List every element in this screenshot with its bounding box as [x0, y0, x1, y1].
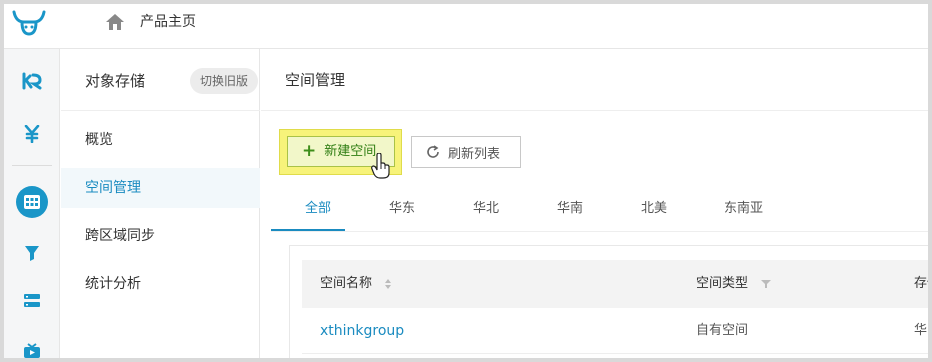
ke-logo-icon [22, 72, 42, 90]
rail-item-billing[interactable] [4, 114, 60, 154]
column-header-type[interactable]: 空间类型 [696, 260, 772, 308]
refresh-list-label: 刷新列表 [448, 146, 501, 162]
sort-icon[interactable] [384, 278, 392, 290]
tabs-divider [271, 231, 928, 232]
plus-icon: + [302, 141, 317, 161]
storage-grid-icon [24, 195, 40, 209]
top-bar: 产品主页 [4, 4, 928, 49]
rail-divider [12, 165, 52, 166]
tab-east-china[interactable]: 华东 [389, 199, 415, 231]
table-row: xthinkgroup 自有空间 华东 [302, 308, 928, 354]
rail-active-indicator [16, 186, 48, 218]
secondary-menu: 对象存储 切换旧版 概览 空间管理 跨区域同步 统计分析 [61, 49, 260, 358]
tab-north-america[interactable]: 北美 [641, 199, 667, 231]
funnel-icon [25, 246, 39, 261]
refresh-icon [427, 145, 439, 158]
home-icon[interactable] [105, 13, 125, 31]
bucket-region-cell: 华东 [914, 323, 928, 338]
submenu-header: 对象存储 切换旧版 [61, 49, 260, 111]
icon-rail [4, 49, 60, 358]
switch-legacy-button[interactable]: 切换旧版 [190, 68, 259, 94]
main-header: 空间管理 [261, 49, 928, 111]
main-content: 空间管理 + 新建空间 刷新列表 全部 华东 华北 华南 北美 东南亚 空间名称… [261, 49, 928, 358]
home-title[interactable]: 产品主页 [140, 12, 196, 32]
server-list-icon [24, 294, 40, 307]
submenu-item-cross-region-sync[interactable]: 跨区域同步 [61, 216, 260, 256]
refresh-list-button[interactable]: 刷新列表 [411, 136, 521, 168]
tab-all[interactable]: 全部 [305, 199, 331, 231]
bucket-table: 空间名称 空间类型 存储 xthinkgroup 自有空间 华东 [289, 245, 928, 358]
rail-item-media[interactable] [4, 331, 60, 358]
rail-item-storage[interactable] [4, 182, 60, 222]
bull-logo-icon[interactable] [10, 8, 48, 38]
submenu-item-overview[interactable]: 概览 [61, 120, 260, 160]
tab-north-china[interactable]: 华北 [473, 199, 499, 231]
rail-item-cdn[interactable] [4, 233, 60, 273]
create-bucket-label: 新建空间 [324, 144, 377, 159]
bucket-type-cell: 自有空间 [696, 323, 749, 338]
bucket-name-link[interactable]: xthinkgroup [320, 308, 404, 354]
submenu-title: 对象存储 [85, 72, 146, 90]
active-tab-indicator [271, 229, 345, 231]
tab-southeast-asia[interactable]: 东南亚 [724, 199, 763, 231]
rail-item-ke[interactable] [4, 61, 60, 101]
tv-icon [24, 343, 40, 358]
table-header: 空间名称 空间类型 存储 [302, 260, 928, 308]
submenu-item-statistics[interactable]: 统计分析 [61, 264, 260, 304]
app-window: 产品主页 对象存储 切换旧版 概览 空间管理 跨区域同步 统计分析 空间管理 +… [4, 4, 928, 358]
hand-cursor-icon [371, 153, 390, 179]
yen-icon [24, 125, 40, 143]
column-header-storage[interactable]: 存储 [914, 260, 928, 308]
tab-south-china[interactable]: 华南 [557, 199, 583, 231]
column-header-name[interactable]: 空间名称 [320, 260, 392, 308]
rail-item-hosts[interactable] [4, 281, 60, 321]
page-title: 空间管理 [285, 71, 346, 89]
filter-icon[interactable] [760, 279, 772, 289]
submenu-item-bucket-management[interactable]: 空间管理 [61, 168, 260, 208]
